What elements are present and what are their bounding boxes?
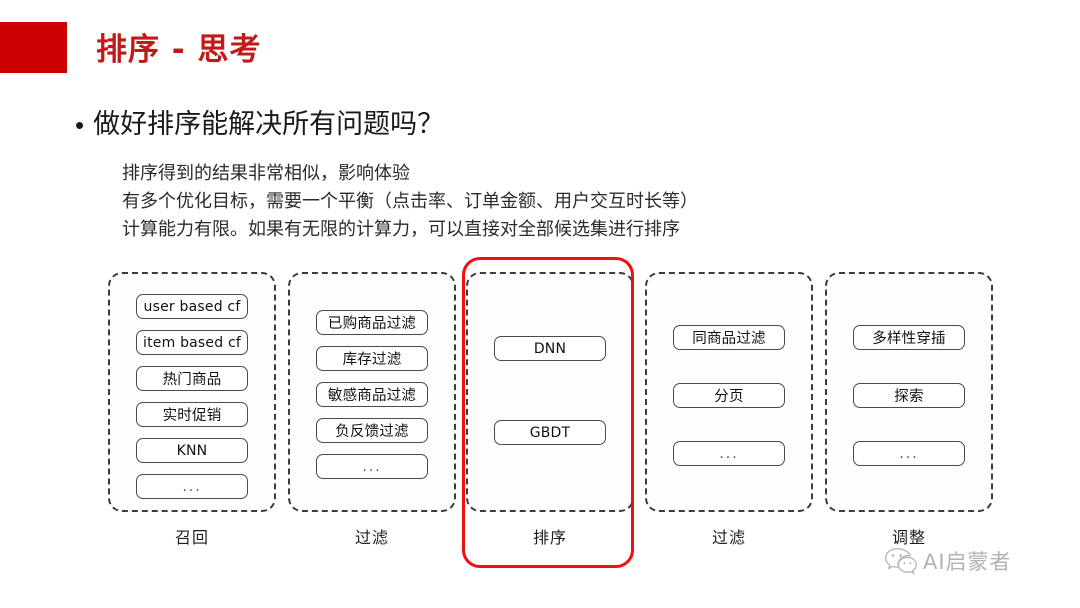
pipeline-diagram: user based cf item based cf 热门商品实时促销 KNN...… bbox=[0, 0, 1080, 608]
pipeline-stage-4[interactable]: 同商品过滤分页... 过滤 bbox=[645, 272, 813, 548]
watermark: AI启蒙者 bbox=[884, 546, 1012, 576]
stage-item[interactable]: 分页 bbox=[673, 383, 785, 408]
stage-label: 过滤 bbox=[711, 528, 746, 547]
stage-item[interactable]: 实时促销 bbox=[136, 402, 248, 427]
stage-label: 过滤 bbox=[354, 528, 389, 547]
stage-item[interactable]: 同商品过滤 bbox=[673, 325, 785, 350]
stage-container: 同商品过滤分页... bbox=[645, 272, 813, 512]
stage-item[interactable]: 热门商品 bbox=[136, 366, 248, 391]
stage-item[interactable]: DNN bbox=[494, 336, 606, 361]
pipeline-stage-3[interactable]: DNN GBDT 排序 bbox=[466, 272, 634, 548]
stage-label: 召回 bbox=[174, 528, 209, 547]
stage-label: 排序 bbox=[532, 528, 567, 547]
pipeline-stage-5[interactable]: 多样性穿插探索... 调整 bbox=[825, 272, 993, 548]
wechat-icon bbox=[885, 547, 917, 575]
stage-item[interactable]: GBDT bbox=[494, 420, 606, 445]
stage-container: 已购商品过滤 库存过滤敏感商品过滤 负反馈过滤... bbox=[288, 272, 456, 512]
stage-item-ellipsis[interactable]: ... bbox=[136, 474, 248, 499]
stage-item[interactable]: 负反馈过滤 bbox=[316, 418, 428, 443]
stage-container: user based cf item based cf 热门商品实时促销 KNN... bbox=[108, 272, 276, 512]
stage-item-ellipsis[interactable]: ... bbox=[673, 441, 785, 466]
stage-container: 多样性穿插探索... bbox=[825, 272, 993, 512]
pipeline-stage-2[interactable]: 已购商品过滤 库存过滤敏感商品过滤 负反馈过滤... 过滤 bbox=[288, 272, 456, 548]
slide-canvas: 排序 - 思考 • 做好排序能解决所有问题吗？ 排序得到的结果非常相似，影响体验… bbox=[0, 0, 1080, 608]
stage-item[interactable]: 多样性穿插 bbox=[853, 325, 965, 350]
stage-item[interactable]: 已购商品过滤 bbox=[316, 310, 428, 335]
stage-item[interactable]: item based cf bbox=[136, 330, 248, 355]
pipeline-stage-1[interactable]: user based cf item based cf 热门商品实时促销 KNN...… bbox=[108, 272, 276, 548]
stage-item[interactable]: 库存过滤 bbox=[316, 346, 428, 371]
stage-item[interactable]: 探索 bbox=[853, 383, 965, 408]
stage-item[interactable]: KNN bbox=[136, 438, 248, 463]
watermark-text: AI启蒙者 bbox=[923, 550, 1012, 574]
stage-item[interactable]: 敏感商品过滤 bbox=[316, 382, 428, 407]
stage-item[interactable]: user based cf bbox=[136, 294, 248, 319]
stage-item-ellipsis[interactable]: ... bbox=[853, 441, 965, 466]
stage-label: 调整 bbox=[891, 528, 926, 547]
stage-container: DNN GBDT bbox=[466, 272, 634, 512]
stage-item-ellipsis[interactable]: ... bbox=[316, 454, 428, 479]
